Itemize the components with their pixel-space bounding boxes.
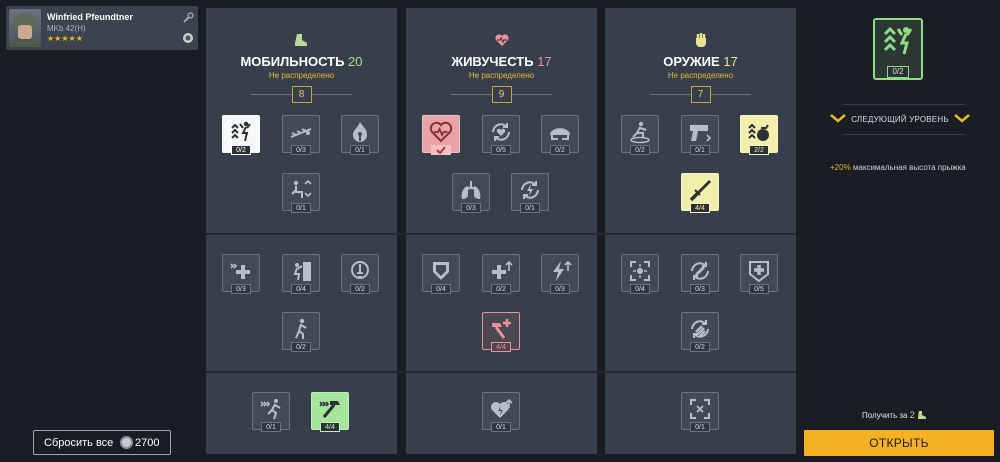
skill-run-speed[interactable]: 0/1 (252, 392, 290, 432)
skill-lung-capacity[interactable]: 0/3 (452, 173, 490, 213)
check-icon (431, 145, 451, 155)
lightning-up-icon (553, 260, 572, 281)
skill-repair[interactable]: 4/4 (482, 312, 520, 352)
lungs-icon (461, 181, 481, 199)
jump-icon (883, 26, 913, 55)
vitality-unallocated-label: Не распределено (468, 71, 535, 80)
medkit-shield-icon (749, 261, 769, 283)
skill-stance-change[interactable]: 0/1 (282, 173, 320, 213)
weapon-column: ОРУЖИЕ 17 Не распределено 7 0/2 0/1 2/2 … (605, 8, 796, 454)
skill-jump-height[interactable]: 0/2 (222, 115, 260, 155)
skill-armor[interactable]: 0/4 (422, 254, 460, 294)
reset-cost: 2700 (135, 437, 160, 449)
skill-melee-speed[interactable]: 0/3 (681, 254, 719, 294)
heart-pulse-icon (494, 34, 509, 46)
vitality-title: ЖИВУЧЕСТЬ 17 (451, 54, 552, 69)
reset-all-label: Сбросить все (44, 437, 114, 449)
open-skill-button[interactable]: ОТКРЫТЬ (804, 430, 994, 456)
ammo-cycle-icon (691, 320, 709, 338)
skill-grenades[interactable]: 2/2 (740, 115, 778, 155)
climb-icon (293, 262, 311, 281)
heart-pulse-icon (429, 121, 453, 143)
selected-skill-preview: 0/2 (873, 18, 923, 80)
heart-bolt-icon (491, 398, 513, 418)
focus-frame-icon (690, 399, 710, 419)
shield-icon (433, 262, 449, 280)
mobility-unallocated-label: Не распределено (268, 71, 335, 80)
soldier-weapon: MKb 42(H) (47, 24, 86, 33)
obtain-cost: 2 (909, 410, 915, 420)
silver-coin-icon (120, 436, 133, 449)
skill-health[interactable] (422, 115, 460, 155)
crosshair-icon (630, 261, 650, 281)
pistol-icon (690, 125, 712, 142)
skill-stamina-regen[interactable]: 0/1 (511, 173, 549, 213)
weapon-unallocated-label: Не распределено (667, 71, 734, 80)
heal-plus-icon (230, 263, 250, 279)
boot-icon (294, 34, 307, 46)
vitality-column: ЖИВУЧЕСТЬ 17 Не распределено 9 0/5 0/2 0… (406, 8, 597, 454)
soldier-portrait (9, 9, 41, 47)
knife-icon (689, 180, 711, 202)
walk-icon (295, 318, 307, 339)
crouch-icon (291, 179, 312, 198)
vitality-points: 9 (491, 86, 512, 103)
skill-reload[interactable]: 0/1 (681, 115, 719, 155)
skill-medkits[interactable]: 0/5 (740, 254, 778, 294)
lightbulb-icon (351, 261, 369, 279)
skill-sprint[interactable]: 0/2 (282, 312, 320, 352)
skill-bonus-text: +20% максимальная высота прыжка (830, 163, 966, 172)
skill-max-stamina[interactable]: 0/3 (541, 254, 579, 294)
mobility-point-icon (917, 411, 926, 419)
soldier-name: Winfried Pfeundtner (47, 12, 133, 22)
skill-flash-resistance[interactable]: 0/2 (341, 254, 379, 294)
hammer-plus-icon (492, 319, 511, 339)
skill-healing-speed[interactable]: 0/3 (222, 254, 260, 294)
skill-helmet-protection[interactable]: 0/2 (541, 115, 579, 155)
soldier-card[interactable]: Winfried Pfeundtner MKb 42(H) ★★★★★ (6, 6, 198, 50)
skill-aim-stability[interactable]: 0/4 (621, 254, 659, 294)
grenade-icon (748, 123, 769, 141)
run-icon (260, 399, 281, 420)
skill-revive[interactable]: 0/1 (482, 392, 520, 432)
wrench-icon[interactable] (182, 12, 194, 24)
skill-max-health[interactable]: 0/2 (482, 254, 520, 294)
obtain-label: Получить за (862, 411, 908, 420)
hammer-icon (319, 401, 340, 418)
skill-build-speed[interactable]: 4/4 (311, 392, 349, 432)
knife-cycle-icon (691, 262, 709, 280)
chevron-down-icon (954, 114, 970, 123)
skill-prone-movement[interactable]: 0/3 (282, 115, 320, 155)
reset-all-button[interactable]: Сбросить все 2700 (33, 430, 171, 455)
soldier-rank-stars: ★★★★★ (47, 34, 83, 43)
skill-melee[interactable]: 4/4 (681, 173, 719, 213)
next-level-label: СЛЕДУЮЩИЙ УРОВЕНЬ (851, 115, 949, 124)
skill-fire-resistance[interactable]: 0/1 (341, 115, 379, 155)
plus-up-icon (492, 260, 513, 279)
heart-cycle-icon (492, 123, 510, 141)
skill-focus[interactable]: 0/1 (681, 392, 719, 432)
skill-ammo-reload[interactable]: 0/2 (681, 312, 719, 352)
skill-regeneration[interactable]: 0/5 (482, 115, 520, 155)
skill-slide[interactable]: 0/2 (621, 115, 659, 155)
mobility-points: 8 (291, 86, 312, 103)
mobility-title: МОБИЛЬНОСТЬ 20 (240, 54, 363, 69)
next-level-header: СЛЕДУЮЩИЙ УРОВЕНЬ (830, 112, 970, 126)
preview-count: 0/2 (887, 66, 909, 78)
obtain-cost-row: Получить за 2 (862, 410, 927, 420)
medal-icon[interactable] (182, 32, 194, 44)
fist-icon (695, 33, 706, 47)
jump-icon (231, 121, 251, 142)
crawl-icon (290, 128, 312, 138)
slide-icon (630, 121, 650, 144)
flame-icon (353, 122, 367, 142)
mobility-column: МОБИЛЬНОСТЬ 20 Не распределено 8 0/2 0/3… (206, 8, 397, 454)
weapon-points: 7 (690, 86, 711, 103)
skill-climb[interactable]: 0/4 (282, 254, 320, 294)
helmet-icon (550, 128, 570, 140)
weapon-title: ОРУЖИЕ 17 (663, 54, 738, 69)
energy-cycle-icon (521, 181, 539, 199)
